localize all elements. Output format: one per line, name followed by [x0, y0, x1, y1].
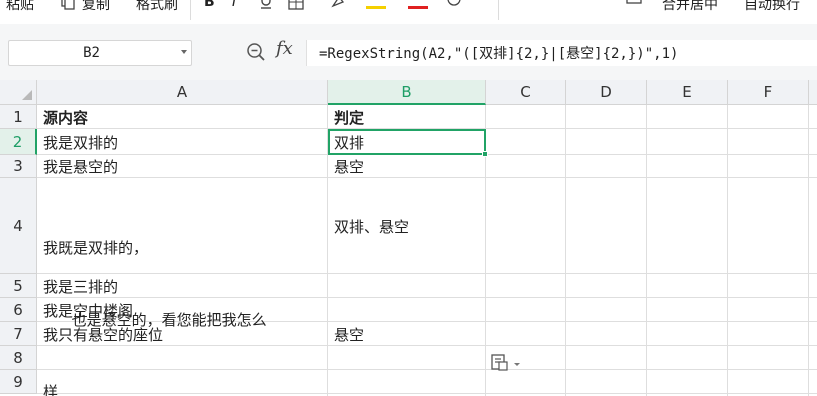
merge-center-button[interactable]: 合并居中	[662, 0, 718, 14]
cell-b3[interactable]: 悬空	[328, 155, 485, 178]
cell-b7[interactable]: 悬空	[328, 322, 485, 346]
font-color-swatch[interactable]	[408, 6, 428, 9]
grid-line	[565, 105, 566, 396]
ribbon-divider	[498, 0, 499, 20]
underline-icon[interactable]	[258, 0, 274, 10]
name-box[interactable]: B2	[8, 40, 192, 66]
cell-b1[interactable]: 判定	[328, 105, 485, 129]
name-box-value[interactable]: B2	[9, 41, 174, 65]
cell-a3[interactable]: 我是悬空的	[37, 155, 327, 178]
active-cell-border[interactable]	[328, 129, 488, 157]
function-icon[interactable]: fx	[276, 38, 293, 59]
border-icon[interactable]	[288, 0, 304, 10]
column-header-b[interactable]: B	[328, 80, 486, 105]
cell-a5[interactable]: 我是三排的	[37, 274, 327, 298]
fill-handle[interactable]	[482, 151, 488, 157]
column-header-f[interactable]: F	[728, 80, 809, 105]
copy-button[interactable]: 复制	[82, 0, 110, 14]
bold-icon[interactable]: B	[204, 0, 215, 10]
formula-bar: B2 fx =RegexString(A2,"([双排]{2,}|[悬空]{2,…	[0, 24, 817, 80]
merge-icon[interactable]	[626, 0, 642, 10]
formula-input[interactable]: =RegexString(A2,"([双排]{2,}|[悬空]{2,})",1)	[306, 40, 817, 66]
column-header-a[interactable]: A	[37, 80, 328, 105]
paste-button[interactable]: 粘贴	[6, 0, 34, 14]
cell-a6[interactable]: 我是空中楼阁	[37, 298, 327, 322]
align-right-icon[interactable]	[568, 0, 584, 10]
italic-icon[interactable]: I	[232, 0, 236, 10]
fill-color-swatch[interactable]	[366, 6, 386, 9]
column-header-d[interactable]: D	[566, 80, 647, 105]
fill-color-icon[interactable]	[330, 0, 346, 10]
row-header-9[interactable]: 9	[0, 370, 37, 394]
cell-a2[interactable]: 我是双排的	[37, 129, 327, 155]
wrap-text-button[interactable]: 自动换行	[744, 0, 800, 14]
paste-options-icon[interactable]	[490, 352, 524, 374]
chevron-down-icon[interactable]	[181, 50, 187, 54]
select-all-corner[interactable]	[0, 80, 37, 105]
row-header-5[interactable]: 5	[0, 274, 37, 298]
column-header-c[interactable]: C	[486, 80, 566, 105]
copy-icon[interactable]	[60, 0, 76, 10]
cell-a4-line: 样	[43, 383, 59, 396]
grid-line	[727, 105, 728, 396]
select-all-icon[interactable]	[22, 90, 32, 100]
cell-b4[interactable]: 双排、悬空	[328, 178, 485, 274]
cell-a1[interactable]: 源内容	[37, 105, 327, 129]
row-header-7[interactable]: 7	[0, 322, 37, 346]
zoom-icon[interactable]	[246, 42, 266, 62]
grid-line	[646, 105, 647, 396]
cell-a4-line: 我既是双排的，	[43, 239, 149, 257]
format-painter-button[interactable]: 格式刷	[136, 0, 178, 14]
justify-icon[interactable]	[596, 0, 612, 10]
row-header-3[interactable]: 3	[0, 155, 37, 178]
spreadsheet-grid[interactable]: A B C D E F 1 2 3 4 5 6 7 8 9 源内容 判定 我是双…	[0, 80, 817, 396]
row-header-4[interactable]: 4	[0, 178, 37, 274]
row-header-1[interactable]: 1	[0, 105, 37, 129]
align-left-icon[interactable]	[512, 0, 528, 10]
grid-line	[808, 105, 809, 396]
row-header-2[interactable]: 2	[0, 129, 37, 155]
ribbon-divider	[190, 0, 191, 20]
row-header-8[interactable]: 8	[0, 346, 37, 370]
cell-a7[interactable]: 我只有悬空的座位	[37, 322, 327, 346]
formula-text[interactable]: =RegexString(A2,"([双排]{2,}|[悬空]{2,})",1)	[319, 43, 678, 63]
clear-icon[interactable]	[446, 0, 462, 10]
cell-a4[interactable]: 我既是双排的， 也是悬空的，看您能把我怎么 样	[37, 178, 327, 396]
column-header-g[interactable]	[809, 80, 817, 105]
column-header-e[interactable]: E	[647, 80, 728, 105]
ribbon-toolbar: 粘贴 复制 格式刷 B I 合并居中 自动换行	[0, 0, 817, 24]
row-header-6[interactable]: 6	[0, 298, 37, 322]
align-center-icon[interactable]	[540, 0, 556, 10]
